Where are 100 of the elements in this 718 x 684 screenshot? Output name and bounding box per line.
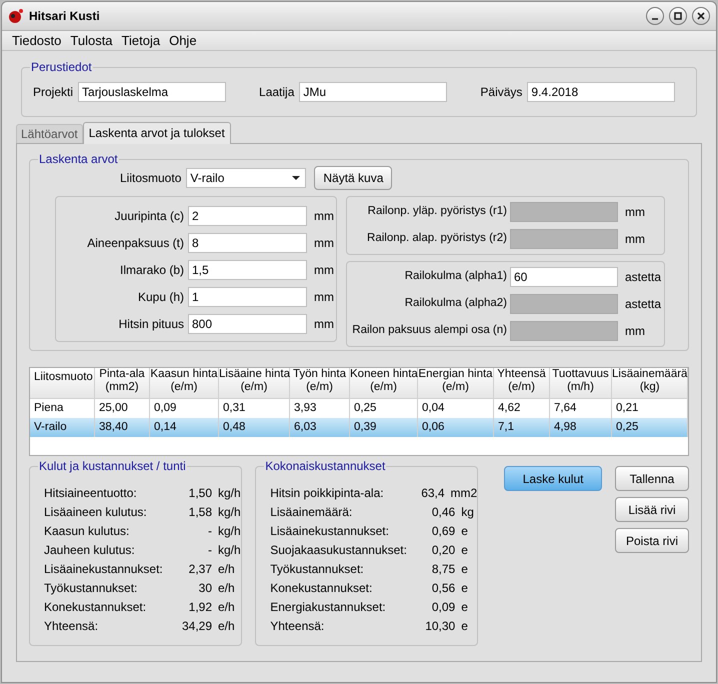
show-image-button[interactable]: Näytä kuva xyxy=(314,166,392,190)
cost-unit: kg xyxy=(461,504,474,520)
cost-value: 1,58 xyxy=(188,504,212,520)
field-label: Railokulma (alpha2) xyxy=(404,296,508,312)
unit-label: mm xyxy=(314,235,334,252)
table-cell: 6,03 xyxy=(290,418,350,437)
field-label: Railon paksuus alempi osa (n) xyxy=(351,323,508,338)
cost-unit: e xyxy=(461,618,468,634)
caret-icon xyxy=(292,176,300,180)
text-field[interactable]: Tarjouslaskelma xyxy=(78,82,226,102)
column-header[interactable]: Energian hinta (e/m) xyxy=(418,368,494,399)
cost-unit: kg/h xyxy=(218,522,241,540)
cost-unit: mm2 xyxy=(450,484,478,502)
tab[interactable]: Lähtöarvot xyxy=(16,124,83,143)
cost-unit: kg/h xyxy=(218,484,241,502)
cost-label: Työkustannukset: xyxy=(44,580,138,596)
field-label: Railokulma (alpha1) xyxy=(404,269,508,284)
column-header[interactable]: Koneen hinta (e/m) xyxy=(350,368,418,399)
cost-unit: kg/h xyxy=(218,542,241,558)
cost-value: - xyxy=(207,542,212,558)
table-cell: 38,40 xyxy=(95,418,150,437)
field-label: Aineenpaksuus (t) xyxy=(86,235,185,252)
cost-label: Kaasun kulutus: xyxy=(44,522,130,540)
cost-unit: e/h xyxy=(218,560,235,578)
cost-label: Yhteensä: xyxy=(44,618,100,634)
cost-label: Lisäainekustannukset: xyxy=(44,560,164,578)
unit-label: astetta xyxy=(625,269,662,286)
calculate-button[interactable]: Laske kulut xyxy=(504,466,602,491)
table-cell: 7,1 xyxy=(494,418,550,437)
cost-value: 0,46 xyxy=(430,504,456,520)
cost-label: Yhteensä: xyxy=(270,618,326,634)
group-title: Perustiedot xyxy=(30,60,93,74)
column-header[interactable]: Kaasun hinta (e/m) xyxy=(150,368,219,399)
action-button[interactable]: Tallenna xyxy=(615,466,689,491)
table-cell: 0,39 xyxy=(350,418,418,437)
table-cell: V-railo xyxy=(30,418,95,437)
column-header[interactable]: Lisäainemäärä (kg) xyxy=(612,368,688,399)
table-cell: 0,25 xyxy=(612,418,688,437)
cost-value: 1,50 xyxy=(188,484,212,502)
table-cell: 0,14 xyxy=(150,418,219,437)
column-header[interactable]: Tuottavuus (m/h) xyxy=(550,368,612,399)
cost-unit: kg/h xyxy=(218,504,241,520)
column-header[interactable]: Pinta-ala (mm2) xyxy=(95,368,150,399)
text-field[interactable]: 8 xyxy=(188,233,307,253)
cost-label: Työkustannukset: xyxy=(270,560,365,578)
cost-value: 10,30 xyxy=(424,618,456,634)
cost-value: - xyxy=(207,522,212,540)
column-header[interactable]: Lisäaine hinta (e/m) xyxy=(219,368,290,399)
field-label: Hitsin pituus xyxy=(118,316,185,333)
unit-label: mm xyxy=(314,262,334,279)
field-label: Railonp. yläp. pyöristys (r1) xyxy=(366,204,508,220)
menu-item[interactable]: Tulosta xyxy=(70,30,113,50)
group-title: Kulut ja kustannukset / tunti xyxy=(38,459,187,473)
field-label: Railonp. alap. pyöristys (r2) xyxy=(366,231,508,246)
cost-label: Konekustannukset: xyxy=(270,580,374,596)
cost-unit: e/h xyxy=(218,618,235,634)
group-title: Kokonaiskustannukset xyxy=(264,459,386,473)
minimize-icon[interactable] xyxy=(646,7,664,25)
cost-value: 1,92 xyxy=(188,598,212,616)
column-header[interactable]: Työn hinta (e/m) xyxy=(290,368,350,399)
table-cell: 0,06 xyxy=(418,418,494,437)
cost-value: 2,37 xyxy=(188,560,212,578)
cost-value: 0,56 xyxy=(430,580,456,596)
tab[interactable]: Laskenta arvot ja tulokset xyxy=(82,122,231,144)
cost-value: 63,4 xyxy=(420,484,445,502)
text-field[interactable]: JMu xyxy=(299,82,448,102)
cost-label: Hitsin poikkipinta-ala: xyxy=(270,484,385,502)
menu-item[interactable]: Tietoja xyxy=(122,30,160,50)
column-header[interactable]: Yhteensä (e/m) xyxy=(494,368,550,399)
cost-label: Hitsiaineentuotto: xyxy=(44,484,138,502)
field-label: Kupu (h) xyxy=(136,289,185,306)
cost-label: Energiakustannukset: xyxy=(270,598,387,616)
text-field[interactable]: 9.4.2018 xyxy=(527,82,676,102)
maximize-icon[interactable] xyxy=(669,7,687,25)
cost-value: 34,29 xyxy=(180,618,212,634)
text-field[interactable]: 1,5 xyxy=(188,260,307,280)
field-label: Ilmarako (b) xyxy=(118,262,185,279)
text-field[interactable]: 60 xyxy=(510,267,618,287)
menu-item[interactable]: Tiedosto xyxy=(12,30,62,50)
cost-value: 30 xyxy=(198,580,212,596)
menu-item[interactable]: Ohje xyxy=(169,30,197,50)
cost-label: Lisäainekustannukset: xyxy=(270,522,390,540)
close-icon[interactable] xyxy=(692,7,710,25)
table-cell: 0,48 xyxy=(219,418,290,437)
unit-label: astetta xyxy=(625,296,662,313)
table-cell: 4,98 xyxy=(550,418,612,437)
unit-label: mm xyxy=(314,208,334,225)
action-button[interactable]: Lisää rivi xyxy=(615,497,689,522)
field-label: Päiväys xyxy=(480,84,522,101)
text-field[interactable]: 2 xyxy=(188,206,307,226)
action-button[interactable]: Poista rivi xyxy=(615,528,689,553)
text-field[interactable]: 1 xyxy=(188,287,307,307)
dropdown[interactable]: V-railo xyxy=(186,168,306,188)
cost-label: Lisäaineen kulutus: xyxy=(44,504,148,520)
column-header[interactable]: Liitosmuoto xyxy=(30,368,95,399)
text-field[interactable]: 800 xyxy=(188,314,307,334)
unit-label: mm xyxy=(625,204,645,221)
cost-unit: e/h xyxy=(218,580,235,596)
app-logo-icon xyxy=(8,8,24,24)
field-label: Laatija xyxy=(259,84,294,101)
